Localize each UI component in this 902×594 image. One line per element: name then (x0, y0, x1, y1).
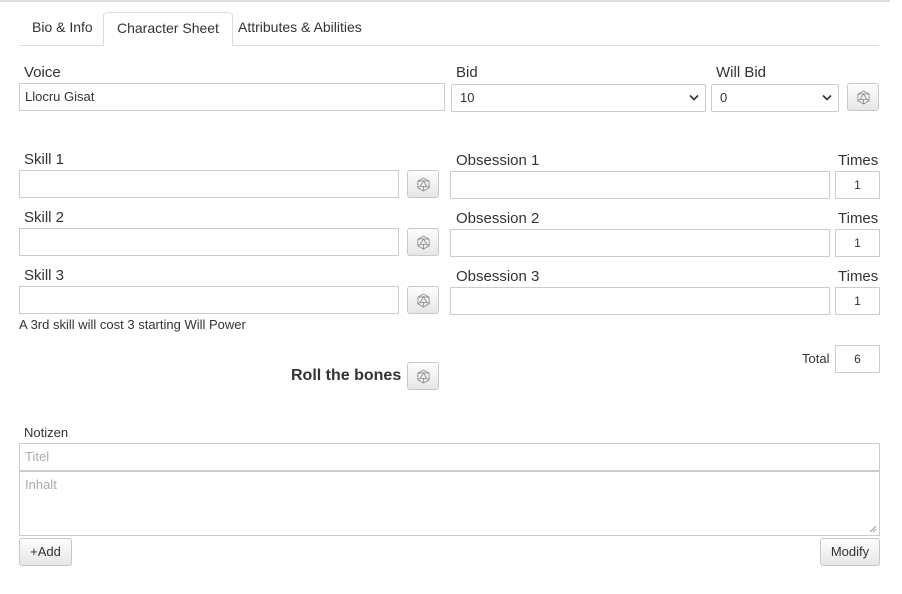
total-label: Total (802, 351, 830, 366)
total-value: 6 (835, 345, 880, 373)
tab-bio-info[interactable]: Bio & Info (19, 12, 106, 45)
skill-2-input[interactable] (19, 228, 399, 256)
notes-label: Notizen (24, 425, 69, 440)
dice-icon (417, 369, 430, 384)
roll-the-bones-button[interactable] (407, 362, 439, 390)
skill-3-label: Skill 3 (24, 267, 65, 284)
obsession-1-times-input[interactable]: 1 (835, 171, 880, 199)
obsession-1-label: Obsession 1 (456, 152, 540, 169)
add-note-button[interactable]: +Add (19, 538, 72, 566)
skill-1-label: Skill 1 (24, 151, 65, 168)
obsession-1-input[interactable] (450, 171, 830, 199)
modify-note-button[interactable]: Modify (820, 538, 880, 566)
obsession-2-label: Obsession 2 (456, 210, 540, 227)
bid-select[interactable]: 10 (451, 84, 706, 112)
obsession-2-times-label: Times (838, 210, 879, 227)
top-divider (0, 0, 890, 2)
obsession-3-times-input[interactable]: 1 (835, 287, 880, 315)
obsession-3-label: Obsession 3 (456, 268, 540, 285)
skill-1-roll-button[interactable] (407, 170, 439, 198)
chevron-down-icon (822, 94, 832, 101)
obsession-3-times-label: Times (838, 268, 879, 285)
skill-3-roll-button[interactable] (407, 286, 439, 314)
chevron-down-icon (689, 94, 699, 101)
skill-cost-note: A 3rd skill will cost 3 starting Will Po… (19, 317, 246, 332)
note-content-placeholder: Inhalt (25, 477, 57, 492)
voice-label: Voice (24, 64, 61, 81)
resize-handle-icon[interactable] (869, 525, 877, 533)
obsession-2-input[interactable] (450, 229, 830, 257)
skill-1-input[interactable] (19, 170, 399, 198)
will-bid-roll-button[interactable] (847, 83, 879, 111)
roll-the-bones-label: Roll the bones (291, 367, 402, 384)
will-bid-value: 0 (720, 90, 728, 105)
dice-icon (857, 90, 870, 105)
tab-character-sheet[interactable]: Character Sheet (103, 12, 233, 46)
bid-value: 10 (460, 90, 475, 105)
dice-icon (417, 293, 430, 308)
skill-2-label: Skill 2 (24, 209, 65, 226)
note-title-input[interactable]: Titel (19, 443, 880, 471)
note-content-textarea[interactable]: Inhalt (19, 471, 880, 536)
dice-icon (417, 177, 430, 192)
skill-2-roll-button[interactable] (407, 228, 439, 256)
tab-attributes-abilities[interactable]: Attributes & Abilities (225, 12, 375, 45)
voice-input[interactable]: Llocru Gisat (19, 83, 445, 111)
dice-icon (417, 235, 430, 250)
obsession-2-times-input[interactable]: 1 (835, 229, 880, 257)
will-bid-label: Will Bid (716, 64, 767, 81)
tab-bar: Bio & Info Character Sheet Attributes & … (19, 12, 879, 46)
skill-3-input[interactable] (19, 286, 399, 314)
obsession-1-times-label: Times (838, 152, 879, 169)
bid-label: Bid (456, 64, 478, 81)
will-bid-select[interactable]: 0 (711, 84, 839, 112)
obsession-3-input[interactable] (450, 287, 830, 315)
